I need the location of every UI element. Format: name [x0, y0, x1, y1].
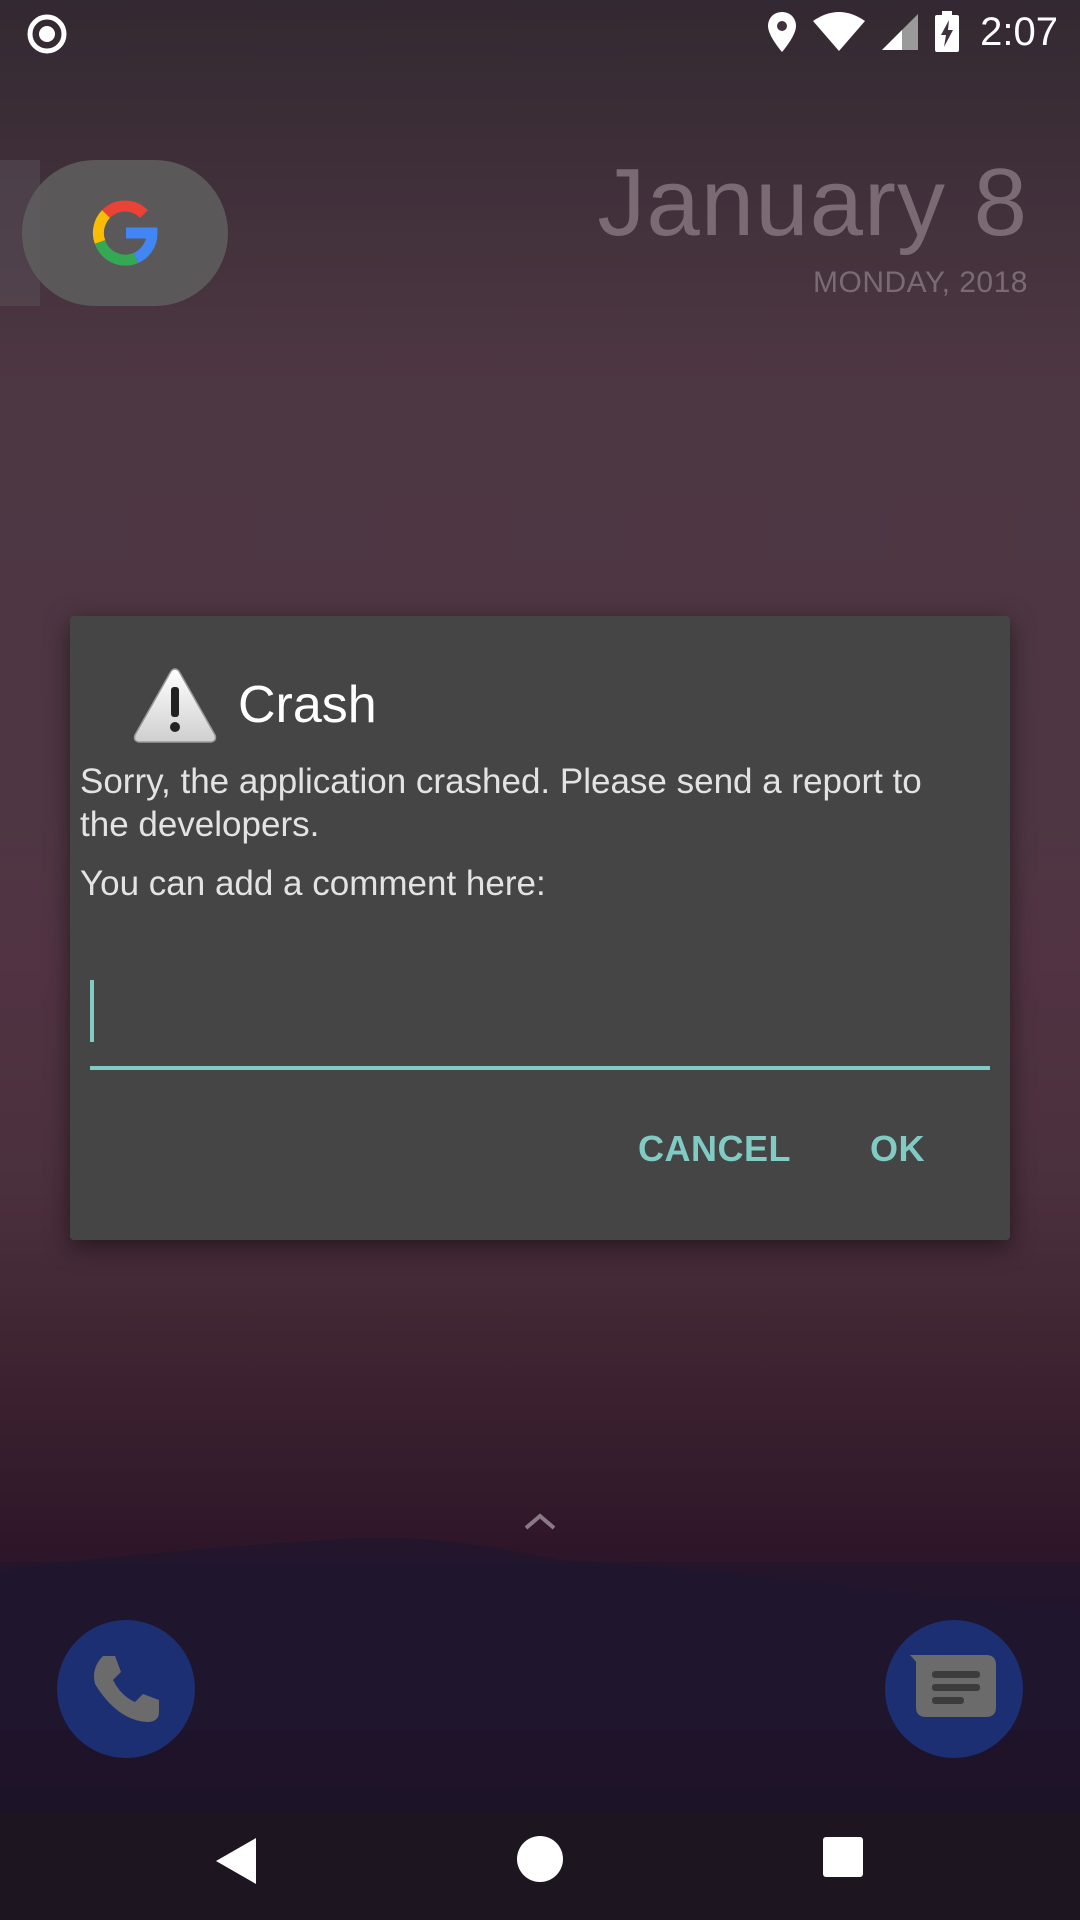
warning-icon — [133, 668, 217, 743]
back-triangle-icon[interactable] — [214, 1836, 258, 1886]
comment-input[interactable] — [100, 966, 984, 1048]
dialog-title-row: Crash — [132, 660, 377, 750]
phone-app-button[interactable] — [57, 1620, 195, 1758]
cancel-button[interactable]: CANCEL — [638, 1128, 791, 1170]
home-circle-icon[interactable] — [517, 1836, 563, 1882]
google-g-icon — [92, 200, 158, 266]
dialog-title: Crash — [238, 676, 377, 734]
recording-indicator-icon — [27, 14, 67, 54]
phone-icon — [94, 1656, 159, 1722]
location-icon — [768, 12, 797, 52]
comment-field[interactable] — [90, 946, 990, 1070]
wifi-icon — [813, 12, 866, 51]
status-time: 2:07 — [980, 9, 1058, 54]
status-icons: 2:07 — [766, 8, 1058, 56]
cell-signal-icon — [882, 14, 919, 50]
dialog-message: Sorry, the application crashed. Please s… — [80, 762, 922, 844]
ok-button[interactable]: OK — [870, 1128, 925, 1170]
status-bar: 2:07 — [0, 0, 1080, 64]
comment-label: You can add a comment here: — [80, 864, 546, 903]
google-search-button[interactable] — [22, 160, 228, 306]
date-sub[interactable]: MONDAY, 2018 — [813, 266, 1028, 300]
crash-dialog: Crash Sorry, the application crashed. Pl… — [70, 616, 1010, 1240]
chevron-up-icon[interactable] — [520, 1506, 560, 1536]
messages-app-button[interactable] — [885, 1620, 1023, 1758]
date-main[interactable]: January 8 — [597, 148, 1028, 258]
recents-square-icon[interactable] — [823, 1837, 863, 1877]
messages-icon — [910, 1655, 996, 1717]
battery-charging-icon — [935, 11, 960, 52]
text-caret — [90, 980, 94, 1042]
